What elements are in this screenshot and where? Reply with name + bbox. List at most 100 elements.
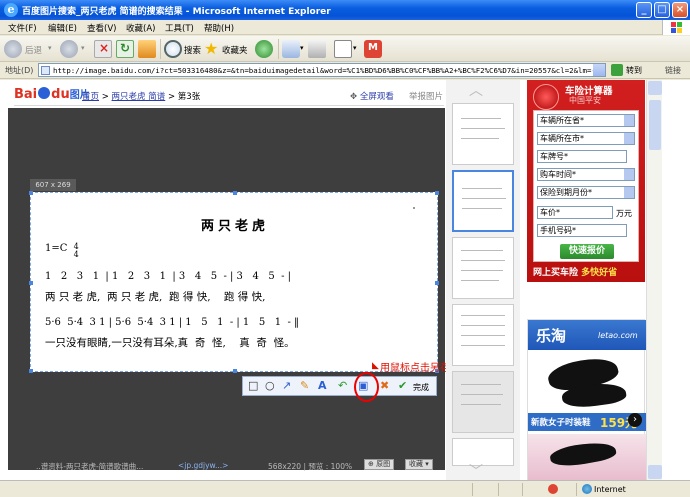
purchase-date-label: 购车时间* (540, 170, 576, 179)
links-button[interactable]: 链接 (665, 65, 681, 76)
media-icon[interactable] (255, 40, 273, 58)
text-tool-icon[interactable]: A (318, 380, 327, 392)
original-image-button[interactable]: ⊕ 原图 (364, 459, 395, 470)
scroll-up-icon[interactable] (648, 81, 662, 95)
province-select[interactable]: 车辆所在省* (537, 114, 635, 127)
home-icon[interactable] (138, 40, 156, 58)
city-select[interactable]: 车辆所在市* (537, 132, 635, 145)
music-score-image[interactable]: 两只老虎 1=C 44 1 2 3 1 | 1 2 3 1 | 3 4 5 - … (29, 191, 439, 373)
close-button[interactable]: × (672, 2, 688, 18)
windows-flag-icon (662, 20, 690, 35)
rectangle-tool-icon[interactable]: □ (248, 380, 258, 392)
address-dropdown-icon[interactable] (593, 64, 605, 76)
fullscreen-icon: ✥ (350, 92, 358, 102)
dropdown-icon (624, 115, 634, 126)
mail-icon[interactable] (282, 40, 300, 58)
highlighter-tool-icon[interactable]: ✎ (300, 380, 309, 392)
resize-handle[interactable] (29, 191, 33, 195)
forward-dropdown-icon[interactable]: ▾ (81, 44, 85, 52)
expiry-month-select[interactable]: 保险到期月份* (537, 186, 635, 199)
thumbnail[interactable] (452, 103, 514, 165)
phone-input[interactable]: 手机号码* (537, 224, 627, 237)
shoe-image (548, 438, 618, 470)
thumbs-down-chevron-icon[interactable]: ﹀ (469, 461, 483, 481)
go-button[interactable]: 转到 (626, 65, 642, 76)
thumbnail[interactable] (452, 371, 514, 433)
resize-handle[interactable] (233, 369, 237, 373)
ellipse-tool-icon[interactable]: ○ (265, 380, 275, 392)
search-button-label[interactable]: 搜索 (184, 44, 201, 56)
image-source-link[interactable]: <jp.gdjyw...> (178, 461, 228, 470)
car-ad-form: 车辆所在省* 车辆所在市* 车牌号* 购车时间* 保险到期月份* 车价* 万元 … (533, 110, 639, 262)
done-check-icon[interactable]: ✔ (398, 380, 407, 392)
key-signature: 1=C 44 (45, 243, 79, 259)
scroll-down-icon[interactable] (648, 465, 662, 479)
vertical-scrollbar[interactable] (646, 80, 662, 480)
menu-tools[interactable]: 工具(T) (165, 22, 194, 34)
resize-handle[interactable] (29, 369, 33, 373)
menu-favorites[interactable]: 收藏(A) (126, 22, 155, 34)
back-dropdown-icon[interactable]: ▾ (48, 44, 52, 52)
delete-icon[interactable]: ✖ (380, 380, 389, 392)
report-link[interactable]: 举报图片 (409, 90, 443, 102)
menu-view[interactable]: 查看(V) (87, 22, 116, 34)
quick-quote-button[interactable]: 快速报价 (560, 244, 614, 259)
next-arrow-icon[interactable]: › (628, 413, 642, 427)
thumbnail[interactable] (452, 438, 514, 466)
address-input[interactable]: http://image.baidu.com/i?ct=503316480&z=… (38, 63, 606, 77)
breadcrumb-home[interactable]: 首页 (82, 92, 99, 102)
thumbnail[interactable] (452, 237, 514, 299)
baidu-logo[interactable]: Bai du图片 (14, 86, 90, 102)
letao-shoes-ad[interactable]: 乐淘 letao.com 新款女子时装鞋 159元 › (527, 319, 646, 481)
time-signature: 44 (74, 243, 79, 259)
status-bar: Internet (0, 480, 690, 497)
menu-bar: 文件(F) 编辑(E) 查看(V) 收藏(A) 工具(T) 帮助(H) (0, 20, 690, 35)
refresh-icon[interactable]: ↻ (116, 40, 134, 58)
header-divider (14, 105, 444, 106)
car-insurance-ad[interactable]: 车险计算器 中国平安 车辆所在省* 车辆所在市* 车牌号* 购车时间* 保险到期… (527, 80, 645, 282)
thumbs-up-chevron-icon[interactable]: ︿ (469, 80, 483, 100)
purchase-date-select[interactable]: 购车时间* (537, 168, 635, 181)
go-arrow-icon[interactable] (611, 64, 623, 76)
favorite-image-label: 收藏 (409, 460, 423, 468)
selection-size-tag: 607 x 269 (30, 179, 76, 191)
breadcrumb-query[interactable]: 两只老虎 简谱 (112, 92, 166, 102)
menu-help[interactable]: 帮助(H) (204, 22, 234, 34)
letao-header: 乐淘 letao.com (528, 320, 646, 350)
thumbnail-active[interactable] (452, 170, 514, 232)
minimize-button[interactable]: _ (636, 2, 652, 18)
edit-dropdown-icon[interactable]: ▾ (353, 44, 357, 52)
resize-handle[interactable] (435, 281, 439, 285)
scroll-thumb[interactable] (649, 100, 661, 150)
fullscreen-link[interactable]: ✥ 全屏观看 (350, 90, 394, 102)
print-icon[interactable] (308, 40, 326, 58)
menu-file[interactable]: 文件(F) (8, 22, 37, 34)
resize-handle[interactable] (29, 281, 33, 285)
back-icon[interactable] (4, 40, 22, 58)
maximize-button[interactable]: □ (654, 2, 670, 18)
security-zone: Internet (594, 485, 626, 494)
undo-icon[interactable]: ↶ (338, 380, 347, 392)
favorites-button-label[interactable]: 收藏夹 (222, 44, 248, 56)
forward-icon[interactable] (60, 40, 78, 58)
messenger-icon[interactable]: M (364, 40, 382, 58)
menu-edit[interactable]: 编辑(E) (48, 22, 77, 34)
popup-blocker-icon[interactable] (548, 484, 558, 494)
mail-dropdown-icon[interactable]: ▾ (300, 44, 304, 52)
edit-page-icon[interactable] (334, 40, 352, 58)
search-icon[interactable] (164, 40, 182, 58)
plate-number-input[interactable]: 车牌号* (537, 150, 627, 163)
dropdown-icon (624, 187, 634, 198)
arrow-tool-icon[interactable]: ↗ (282, 380, 291, 392)
thumbnail[interactable] (452, 304, 514, 366)
favorites-star-icon[interactable]: ★ (204, 39, 218, 58)
save-highlight-circle (354, 372, 379, 402)
resize-handle[interactable] (233, 191, 237, 195)
car-price-input[interactable]: 车价* (537, 206, 613, 219)
resize-handle[interactable] (435, 191, 439, 195)
favorite-image-button[interactable]: 收藏 ▾ (405, 459, 433, 470)
stop-icon[interactable]: × (94, 40, 112, 58)
address-url[interactable]: http://image.baidu.com/i?ct=503316480&z=… (53, 66, 593, 75)
back-button-label[interactable]: 后退 (25, 44, 42, 56)
done-button[interactable]: 完成 (413, 382, 429, 394)
